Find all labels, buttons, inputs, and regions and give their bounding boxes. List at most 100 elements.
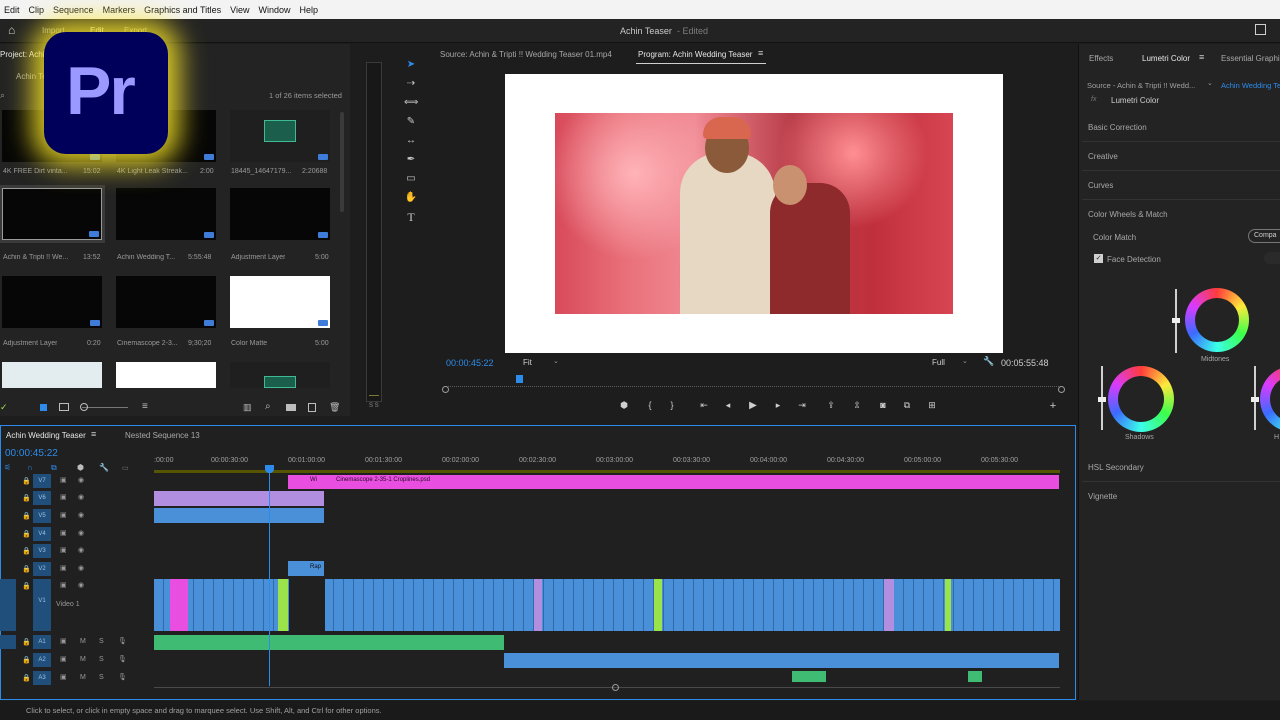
lock-icon[interactable]: 🔒 — [22, 477, 31, 485]
cinemascope-clip[interactable]: Wi Cinemascope 2-35-1 Croplines.psd — [288, 475, 1059, 489]
timeline-playhead-head[interactable] — [265, 465, 274, 473]
v1-lime-clip[interactable] — [654, 579, 662, 631]
track-label[interactable]: V6 — [33, 491, 51, 505]
solo-button[interactable]: S — [99, 656, 104, 663]
menu-edit[interactable]: Edit — [4, 5, 20, 15]
media-thumb-8[interactable] — [116, 276, 216, 328]
captions-icon[interactable]: ▭ — [122, 464, 129, 472]
mic-icon[interactable]: 🎙 — [118, 655, 127, 663]
lock-icon[interactable]: 🔒 — [22, 530, 31, 538]
lock-icon[interactable]: 🔒 — [22, 494, 31, 502]
search-icon[interactable]: ⌕ — [0, 90, 5, 101]
timeline-menu-icon[interactable]: ≡ — [91, 429, 96, 439]
lock-icon[interactable]: 🔒 — [22, 565, 31, 573]
sort-icon[interactable]: ≡ — [142, 401, 148, 412]
program-scrub-bar[interactable] — [446, 379, 1061, 387]
quality-chevron-icon[interactable]: ⌄ — [962, 357, 968, 365]
a1-audio-clip[interactable] — [154, 635, 504, 650]
sync-icon[interactable]: ▣ — [60, 511, 67, 519]
zoom-slider-knob[interactable] — [80, 403, 88, 411]
sync-icon[interactable]: ▣ — [60, 529, 67, 537]
a3-audio-clip[interactable] — [968, 671, 982, 682]
source-chevron-icon[interactable]: ⌄ — [1207, 79, 1213, 87]
timeline-settings-icon[interactable]: 🔧 — [99, 463, 109, 472]
a2-audio-clip[interactable] — [504, 653, 1059, 668]
export-frame-icon[interactable]: ◙ — [875, 400, 891, 410]
fit-dropdown[interactable]: Fit — [523, 358, 532, 367]
menu-graphics[interactable]: Graphics and Titles — [144, 5, 221, 15]
mark-out-icon[interactable]: } — [664, 400, 680, 410]
midtones-slider-knob[interactable] — [1172, 318, 1180, 323]
track-label[interactable]: A2 — [33, 653, 51, 667]
mute-button[interactable]: M — [80, 656, 86, 663]
vr-icon[interactable]: ⊞ — [924, 400, 940, 411]
step-back-icon[interactable]: ◂ — [720, 400, 736, 411]
razor-icon[interactable]: ✎ — [404, 115, 418, 129]
section-vignette[interactable]: Vignette — [1088, 492, 1117, 501]
comparison-view-icon[interactable]: ⧉ — [899, 400, 915, 411]
v6-clip-group[interactable] — [154, 491, 324, 506]
lock-icon[interactable]: 🔒 — [22, 582, 31, 590]
face-detection-checkbox[interactable]: ✓ — [1094, 254, 1103, 263]
mark-in-icon[interactable]: { — [642, 400, 658, 410]
media-thumb-5[interactable] — [116, 188, 216, 240]
automate-icon[interactable]: ▥ — [243, 402, 252, 413]
sync-icon[interactable]: ▣ — [60, 637, 67, 645]
step-forward-icon[interactable]: ▸ — [770, 400, 786, 411]
section-color-wheels[interactable]: Color Wheels & Match — [1088, 210, 1168, 219]
eye-icon[interactable]: ◉ — [78, 581, 84, 589]
section-hsl-secondary[interactable]: HSL Secondary — [1088, 463, 1144, 472]
media-thumb-7[interactable] — [2, 276, 102, 328]
source-patch-a1[interactable] — [0, 635, 16, 649]
add-button-icon[interactable]: + — [1045, 400, 1061, 412]
sync-icon[interactable]: ▣ — [60, 673, 67, 681]
apply-match-button[interactable] — [1264, 252, 1280, 264]
media-thumb-4[interactable] — [0, 185, 105, 243]
work-area-bar[interactable] — [154, 470, 1060, 473]
selection-tool-icon[interactable]: ➤ — [404, 58, 418, 72]
v5-clip-group[interactable] — [154, 508, 324, 523]
ripple-edit-icon[interactable]: ⟺ — [404, 96, 418, 110]
sync-icon[interactable]: ▣ — [60, 476, 67, 484]
eye-icon[interactable]: ◉ — [78, 511, 84, 519]
section-basic-correction[interactable]: Basic Correction — [1088, 123, 1147, 132]
menu-view[interactable]: View — [230, 5, 249, 15]
section-creative[interactable]: Creative — [1088, 152, 1118, 161]
midtones-color-wheel[interactable] — [1185, 288, 1249, 352]
program-timecode[interactable]: 00:00:45:22 — [446, 358, 494, 368]
menu-clip[interactable]: Clip — [29, 5, 45, 15]
go-to-out-icon[interactable]: ⇥ — [794, 400, 810, 411]
media-thumb-11[interactable] — [116, 362, 216, 388]
v1-lime-clip[interactable] — [945, 579, 951, 631]
slip-icon[interactable]: ↔ — [404, 134, 418, 148]
track-label[interactable]: V7 — [33, 474, 51, 488]
add-marker-icon[interactable]: ⬢ — [616, 400, 632, 411]
settings-wrench-icon[interactable]: 🔧 — [983, 356, 994, 367]
list-view-icon[interactable]: ✓ — [0, 402, 8, 413]
go-to-in-icon[interactable]: ⇤ — [696, 400, 712, 411]
lock-icon[interactable]: 🔒 — [22, 547, 31, 555]
effects-tab[interactable]: Effects — [1089, 54, 1113, 63]
program-playhead[interactable] — [516, 375, 523, 383]
add-marker-icon[interactable]: ⬢ — [77, 463, 84, 472]
nested-icon[interactable]: ⧉ — [51, 463, 57, 473]
lumetri-color-tab[interactable]: Lumetri Color — [1142, 54, 1190, 63]
a3-audio-clip[interactable] — [792, 671, 826, 682]
project-bin-tab[interactable]: Achin Te — [16, 72, 47, 81]
v1-purple-clip[interactable] — [884, 579, 894, 631]
track-label[interactable]: V4 — [33, 527, 51, 541]
home-icon[interactable]: ⌂ — [8, 23, 15, 37]
solo-button[interactable]: S — [99, 638, 104, 645]
scrub-end-marker[interactable] — [1058, 386, 1065, 393]
linked-selection-icon[interactable]: ∩ — [27, 463, 33, 472]
extract-icon[interactable]: ⇫ — [849, 400, 865, 411]
mute-button[interactable]: M — [80, 674, 86, 681]
solo-button[interactable]: S — [99, 674, 104, 681]
v1-lime-clip[interactable] — [278, 579, 288, 631]
freeform-view-icon[interactable] — [59, 403, 69, 411]
zoom-slider[interactable] — [82, 407, 128, 408]
icon-view-icon[interactable] — [40, 404, 47, 411]
menu-sequence[interactable]: Sequence — [53, 5, 94, 15]
highlights-slider-knob[interactable] — [1251, 397, 1259, 402]
shadows-color-wheel[interactable] — [1108, 366, 1174, 432]
